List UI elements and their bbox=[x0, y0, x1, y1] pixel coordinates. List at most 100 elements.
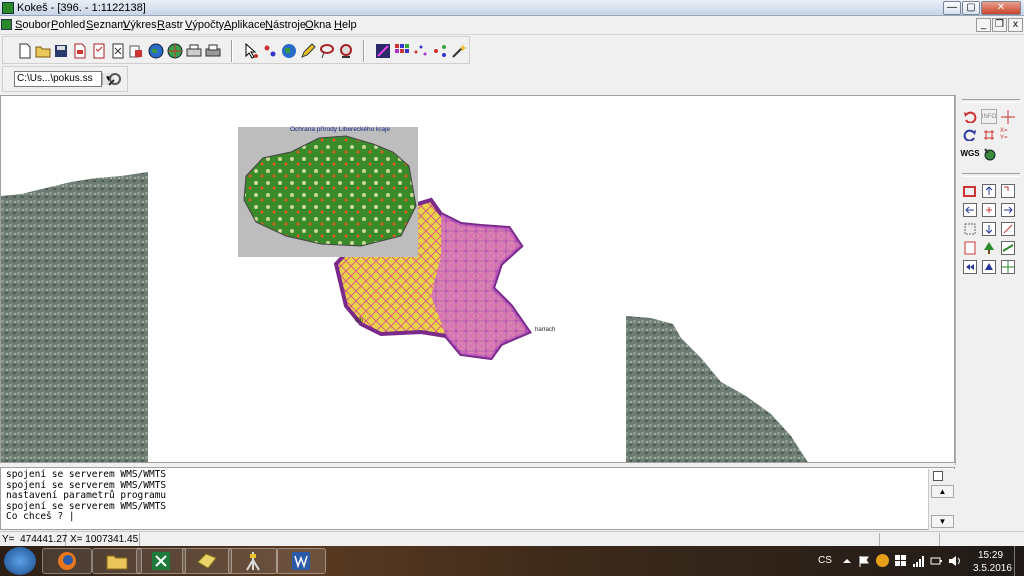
clock-date[interactable]: 3.5.2016 bbox=[973, 563, 1012, 574]
magic-wand-icon[interactable] bbox=[449, 41, 468, 60]
mdi-minimize-button[interactable]: _ bbox=[976, 18, 991, 32]
menu-aplikace[interactable]: Aplikace bbox=[224, 19, 266, 31]
open-folder-icon[interactable] bbox=[33, 41, 52, 60]
panel-grip[interactable] bbox=[962, 173, 1020, 177]
globe-icon[interactable] bbox=[146, 41, 165, 60]
window-title: Kokeš - [396. - 1:1122138] bbox=[17, 2, 146, 14]
battery-icon[interactable] bbox=[930, 555, 942, 567]
scroll-down-button[interactable]: ▼ bbox=[931, 515, 954, 528]
tree-icon[interactable] bbox=[981, 240, 997, 255]
firefox-taskbar-button[interactable] bbox=[42, 548, 92, 574]
pencil-icon[interactable] bbox=[298, 41, 317, 60]
zoom-in-icon[interactable] bbox=[1000, 183, 1016, 198]
select-pointer-icon[interactable] bbox=[241, 41, 260, 60]
zoom-window-icon[interactable] bbox=[962, 183, 978, 198]
raster-tool-icon[interactable] bbox=[373, 41, 392, 60]
globe-pin-icon[interactable] bbox=[981, 146, 997, 161]
page-icon[interactable] bbox=[962, 240, 978, 255]
info-button[interactable]: INFO bbox=[981, 109, 997, 124]
crosshair-icon[interactable] bbox=[1000, 109, 1016, 124]
zoom-object-icon[interactable] bbox=[336, 41, 355, 60]
redo-icon[interactable] bbox=[962, 127, 978, 142]
menu-okna[interactable]: Okna bbox=[305, 19, 331, 31]
app-taskbar-button[interactable] bbox=[182, 548, 232, 574]
world-icon[interactable] bbox=[279, 41, 298, 60]
save-icon[interactable] bbox=[51, 41, 70, 60]
wgs-button[interactable]: WGS bbox=[960, 146, 979, 161]
tray-app-icon[interactable] bbox=[876, 554, 889, 567]
layers-icon[interactable] bbox=[1000, 240, 1016, 255]
rewind-icon[interactable] bbox=[962, 259, 978, 274]
inset-map-title: Ochrana přírody Libereckého kraje bbox=[290, 126, 391, 133]
console-resize-icon[interactable] bbox=[933, 471, 943, 481]
menu-pohled[interactable]: Pohled bbox=[51, 19, 85, 31]
zoom-previous-icon[interactable] bbox=[1000, 221, 1016, 236]
console-scrollbar[interactable]: ▲ ▼ bbox=[928, 469, 955, 530]
menu-vykres[interactable]: Výkres bbox=[123, 19, 157, 31]
settings-wrench-icon[interactable] bbox=[107, 71, 123, 87]
pan-left-icon[interactable] bbox=[962, 202, 978, 217]
point-icon[interactable] bbox=[260, 41, 279, 60]
undo-icon[interactable] bbox=[962, 109, 978, 124]
triangle-up-icon[interactable] bbox=[981, 259, 997, 274]
menu-vypocty[interactable]: Výpočty bbox=[185, 19, 224, 31]
show-desktop-button[interactable] bbox=[1014, 546, 1024, 576]
toolbar-separator bbox=[363, 40, 365, 62]
menu-seznam[interactable]: Seznam bbox=[86, 19, 126, 31]
minimize-button[interactable]: — bbox=[943, 1, 961, 15]
export-pdf-icon[interactable] bbox=[70, 41, 89, 60]
explorer-taskbar-button[interactable] bbox=[92, 548, 142, 574]
globe-grid-icon[interactable] bbox=[165, 41, 184, 60]
document-icon[interactable] bbox=[1, 19, 12, 30]
lasso-icon[interactable] bbox=[317, 41, 336, 60]
target-grid-icon[interactable] bbox=[981, 127, 997, 142]
import-icon[interactable] bbox=[126, 41, 145, 60]
clock-time[interactable]: 15:29 bbox=[978, 550, 1003, 561]
close-document-icon[interactable] bbox=[108, 41, 127, 60]
menu-nastroje[interactable]: Nástroje bbox=[265, 19, 306, 31]
file-select[interactable]: C:\Us...\pokus.ss ▼ bbox=[14, 71, 114, 87]
kokes-taskbar-button[interactable] bbox=[228, 548, 278, 574]
panel-grip[interactable] bbox=[962, 99, 1020, 103]
close-button[interactable]: ✕ bbox=[981, 1, 1021, 15]
start-button[interactable] bbox=[4, 547, 36, 575]
grid-colors-icon[interactable] bbox=[392, 41, 411, 60]
app-icon[interactable] bbox=[2, 2, 14, 14]
pan-up-icon[interactable] bbox=[981, 183, 997, 198]
scatter-points-icon[interactable] bbox=[411, 41, 430, 60]
center-icon[interactable] bbox=[981, 202, 997, 217]
zoom-extents-icon[interactable] bbox=[962, 221, 978, 236]
network-signal-icon[interactable] bbox=[912, 555, 926, 567]
excel-taskbar-button[interactable] bbox=[136, 548, 186, 574]
x-coordinate-cell: X= 1007341.45 bbox=[70, 533, 140, 546]
pan-right-icon[interactable] bbox=[1000, 202, 1016, 217]
menu-rastr[interactable]: Rastr bbox=[157, 19, 183, 31]
mdi-close-button[interactable]: x bbox=[1008, 18, 1023, 32]
word-taskbar-button[interactable] bbox=[276, 548, 326, 574]
mdi-restore-button[interactable]: ❐ bbox=[992, 18, 1007, 32]
pan-down-icon[interactable] bbox=[981, 221, 997, 236]
windows-tray-icon[interactable] bbox=[895, 555, 907, 567]
language-indicator[interactable]: CS bbox=[818, 555, 832, 566]
y-coordinate-value: 474441.27 bbox=[20, 534, 68, 545]
menu-help[interactable]: Help bbox=[334, 19, 357, 31]
print-icon[interactable] bbox=[203, 41, 222, 60]
tray-expand-icon[interactable] bbox=[842, 556, 852, 566]
checklist-icon[interactable] bbox=[89, 41, 108, 60]
scroll-up-button[interactable]: ▲ bbox=[931, 485, 954, 498]
menu-soubor[interactable]: Soubor bbox=[15, 19, 50, 31]
x-coordinate-value: 1007341.45 bbox=[85, 534, 139, 545]
command-console[interactable]: spojení se serverem WMS/WMTS spojení se … bbox=[0, 467, 955, 530]
action-center-flag-icon[interactable] bbox=[858, 555, 870, 567]
volume-icon[interactable] bbox=[948, 555, 962, 567]
new-file-icon[interactable] bbox=[15, 41, 34, 60]
maximize-button[interactable]: ▢ bbox=[962, 1, 980, 15]
network-points-icon[interactable] bbox=[430, 41, 449, 60]
scanner-icon[interactable] bbox=[184, 41, 203, 60]
console-line: spojení se serverem WMS/WMTS bbox=[6, 469, 167, 480]
map-canvas[interactable]: Ochrana přírody Libereckého kraje harrac… bbox=[0, 95, 955, 463]
console-prompt[interactable]: Co chceš ? | bbox=[6, 512, 949, 523]
menu-bar: Soubor Pohled Seznam Výkres Rastr Výpočt… bbox=[0, 16, 1024, 35]
xy-coordinates-button[interactable]: X= Y= bbox=[1000, 127, 1016, 142]
grid-view-icon[interactable] bbox=[1000, 259, 1016, 274]
